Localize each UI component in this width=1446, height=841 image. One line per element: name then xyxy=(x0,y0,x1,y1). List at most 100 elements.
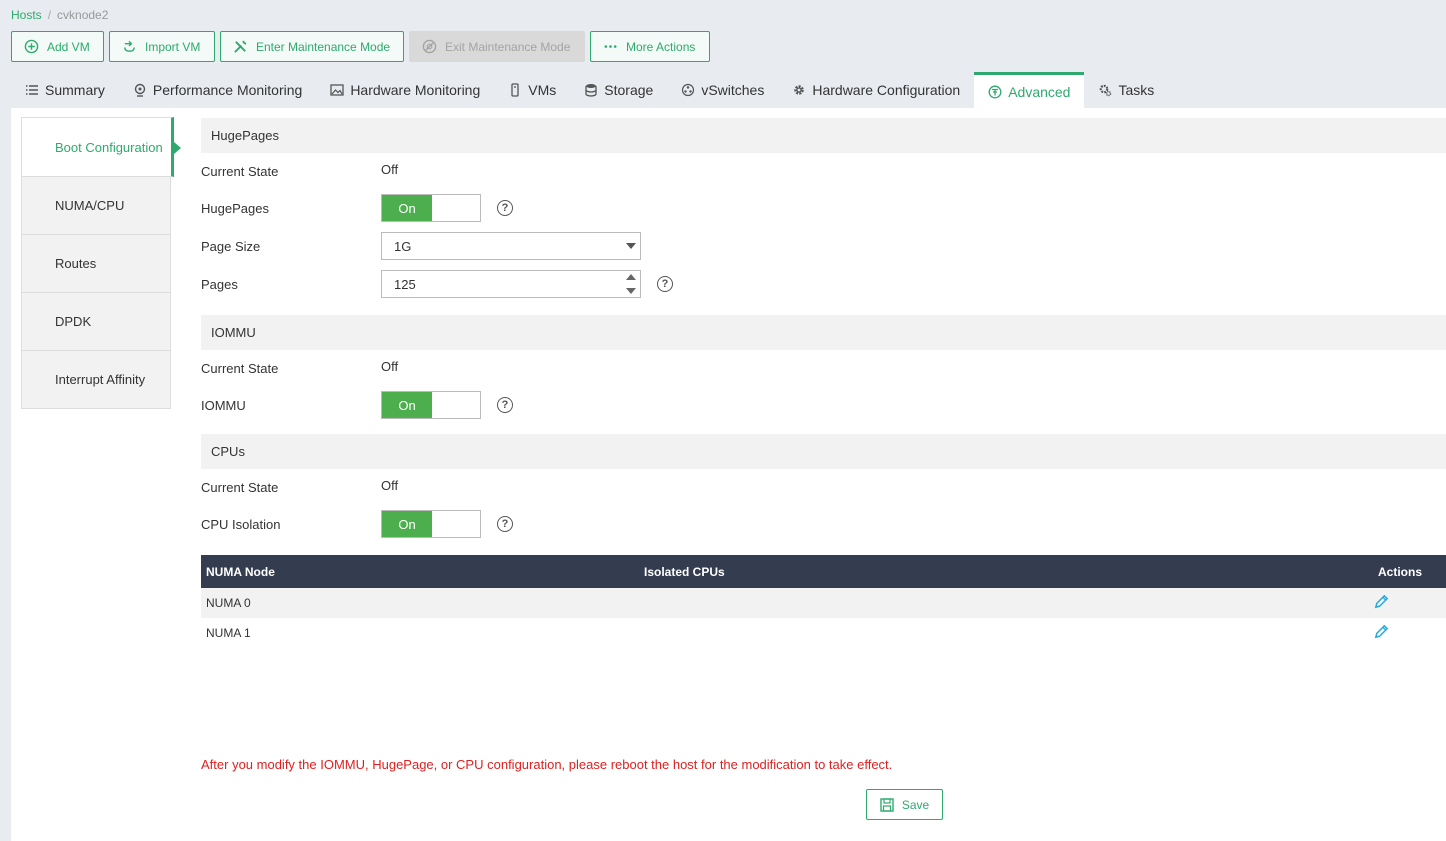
hugepages-section-title: HugePages xyxy=(201,118,1446,153)
advanced-sidenav: Boot Configuration NUMA/CPU Routes DPDK … xyxy=(21,117,181,409)
cpu-isolation-toggle-row: CPU Isolation On ? xyxy=(201,505,1446,543)
field-label: Current State xyxy=(201,360,279,376)
toggle-on-label: On xyxy=(382,195,432,221)
monitor-icon xyxy=(133,83,147,97)
sidenav-item-numa-cpu[interactable]: NUMA/CPU xyxy=(21,177,171,235)
field-label: Pages xyxy=(201,276,238,292)
table-row: NUMA 1 xyxy=(201,618,1446,648)
help-icon[interactable]: ? xyxy=(497,516,513,532)
cpus-current-state-value: Off xyxy=(381,477,399,493)
list-icon xyxy=(25,83,39,97)
action-toolbar: Add VM Import VM Enter Maintenance Mode … xyxy=(11,31,710,62)
breadcrumb: Hosts / cvknode2 xyxy=(11,8,108,22)
field-label: Current State xyxy=(201,163,279,179)
table-row: NUMA 0 xyxy=(201,588,1446,618)
tools-icon xyxy=(232,39,248,55)
page-size-select[interactable]: 1G xyxy=(381,232,641,260)
tab-advanced[interactable]: Advanced xyxy=(974,72,1085,108)
iommu-section-title: IOMMU xyxy=(201,315,1446,350)
page-size-value: 1G xyxy=(394,238,412,254)
host-tabs: Summary Performance Monitoring Hardware … xyxy=(11,72,1168,108)
gear-icon xyxy=(792,83,806,97)
tab-storage-label: Storage xyxy=(604,82,654,98)
iommu-toggle[interactable]: On xyxy=(381,391,481,419)
caret-down-icon xyxy=(626,243,636,249)
toggle-on-label: On xyxy=(382,511,432,537)
iommu-toggle-row: IOMMU On ? xyxy=(201,386,1446,424)
cpus-current-state-row: Current State Off xyxy=(201,469,1446,505)
more-actions-button[interactable]: More Actions xyxy=(590,31,710,62)
tab-tasks-label: Tasks xyxy=(1118,82,1155,98)
breadcrumb-hosts-link[interactable]: Hosts xyxy=(11,8,42,22)
enter-maintenance-button[interactable]: Enter Maintenance Mode xyxy=(220,31,404,62)
help-icon[interactable]: ? xyxy=(497,397,513,413)
cpu-isolation-toggle[interactable]: On xyxy=(381,510,481,538)
tab-summary[interactable]: Summary xyxy=(11,72,119,108)
page-size-row: Page Size 1G xyxy=(201,227,1446,265)
import-vm-label: Import VM xyxy=(145,39,201,54)
sidenav-item-label: DPDK xyxy=(55,314,92,329)
sidenav-item-label: Interrupt Affinity xyxy=(55,372,146,387)
sidenav-item-label: NUMA/CPU xyxy=(55,198,125,213)
hugepages-toggle[interactable]: On xyxy=(381,194,481,222)
table-header-row: NUMA Node Isolated CPUs Actions xyxy=(201,555,1446,588)
field-label: HugePages xyxy=(201,200,269,216)
edit-pencil-icon[interactable] xyxy=(1373,623,1391,641)
content-panel: Boot Configuration NUMA/CPU Routes DPDK … xyxy=(11,108,1446,841)
tab-performance-monitoring[interactable]: Performance Monitoring xyxy=(119,72,316,108)
isolated-cpus-cell xyxy=(639,588,1373,618)
edit-pencil-icon[interactable] xyxy=(1373,593,1391,611)
help-icon[interactable]: ? xyxy=(657,276,673,292)
tab-storage[interactable]: Storage xyxy=(570,72,667,108)
import-icon xyxy=(121,39,137,55)
sidenav-item-boot-configuration[interactable]: Boot Configuration xyxy=(21,117,181,177)
tab-vswitches[interactable]: vSwitches xyxy=(667,72,778,108)
tab-hardware-configuration-label: Hardware Configuration xyxy=(812,82,961,98)
stepper-up-icon[interactable] xyxy=(626,274,636,280)
import-vm-button[interactable]: Import VM xyxy=(109,31,215,62)
help-icon[interactable]: ? xyxy=(497,200,513,216)
hugepages-current-state-value: Off xyxy=(381,161,399,177)
sidenav-item-routes[interactable]: Routes xyxy=(21,235,171,293)
tab-advanced-label: Advanced xyxy=(1008,83,1071,100)
numa-node-cell: NUMA 0 xyxy=(201,588,639,618)
sidenav-item-interrupt-affinity[interactable]: Interrupt Affinity xyxy=(21,351,171,409)
database-icon xyxy=(584,83,598,97)
tasks-icon xyxy=(1098,83,1112,97)
pages-stepper[interactable]: 125 xyxy=(381,270,641,298)
toggle-on-label: On xyxy=(382,392,432,418)
hugepages-toggle-row: HugePages On ? xyxy=(201,189,1446,227)
add-vm-label: Add VM xyxy=(47,39,90,54)
tab-hardware-monitoring[interactable]: Hardware Monitoring xyxy=(316,72,494,108)
more-actions-label: More Actions xyxy=(626,39,696,54)
tab-summary-label: Summary xyxy=(45,82,105,98)
exit-maintenance-label: Exit Maintenance Mode xyxy=(445,39,571,54)
exit-maintenance-button[interactable]: Exit Maintenance Mode xyxy=(409,31,585,62)
network-icon xyxy=(681,83,695,97)
save-icon xyxy=(880,797,894,812)
tab-vswitches-label: vSwitches xyxy=(701,82,765,98)
save-label: Save xyxy=(901,797,930,812)
tab-vms[interactable]: VMs xyxy=(494,72,570,108)
save-button[interactable]: Save xyxy=(866,789,943,820)
tab-tasks[interactable]: Tasks xyxy=(1084,72,1168,108)
tab-hardware-monitoring-label: Hardware Monitoring xyxy=(350,82,481,98)
sidenav-item-label: Boot Configuration xyxy=(55,139,163,155)
plus-circle-icon xyxy=(23,39,39,55)
breadcrumb-current: cvknode2 xyxy=(57,8,109,22)
iommu-current-state-value: Off xyxy=(381,358,399,374)
field-label: Current State xyxy=(201,479,279,495)
stepper-down-icon[interactable] xyxy=(626,288,636,294)
add-vm-button[interactable]: Add VM xyxy=(11,31,104,62)
tab-hardware-configuration[interactable]: Hardware Configuration xyxy=(778,72,974,108)
advanced-icon xyxy=(988,85,1002,99)
numa-node-cell: NUMA 1 xyxy=(206,626,251,640)
isolated-cpus-cell xyxy=(639,618,1373,648)
sidenav-item-dpdk[interactable]: DPDK xyxy=(21,293,171,351)
vm-icon xyxy=(508,83,522,97)
cpus-section-title: CPUs xyxy=(201,434,1446,469)
sidenav-item-label: Routes xyxy=(55,256,97,271)
field-label: Page Size xyxy=(201,238,261,254)
breadcrumb-separator: / xyxy=(47,8,52,22)
pages-row: Pages 125 ? xyxy=(201,265,1446,303)
